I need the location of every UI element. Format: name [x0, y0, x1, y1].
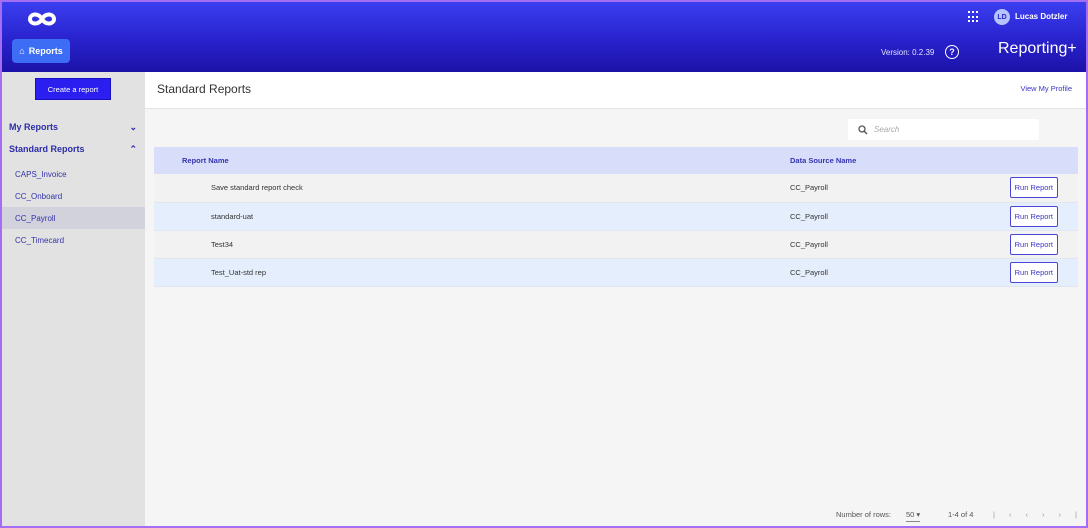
pagination-range: 1-4 of 4 [948, 510, 974, 519]
brand-title: Reporting+ [998, 40, 1077, 57]
prev-page-icon[interactable]: ‹ [1025, 510, 1042, 519]
data-source: CC_Payroll [790, 258, 932, 287]
search-icon [858, 124, 868, 134]
home-icon: ⌂ [19, 46, 25, 56]
run-report-button[interactable]: Run Report [1009, 261, 1058, 283]
report-name[interactable]: Test_Uat-std rep [154, 258, 790, 287]
create-report-button[interactable]: Create a report [35, 78, 111, 100]
pagination-controls: |‹‹››| [993, 510, 1086, 519]
help-icon[interactable]: ? [945, 45, 959, 59]
app-window: ⌂ Reports LD Lucas Dotzler Version: 0.2.3… [2, 2, 1086, 526]
sidebar-item-cc-timecard[interactable]: CC_Timecard [2, 229, 145, 251]
col-data-source[interactable]: Data Source Name [790, 147, 932, 174]
table-row: standard-uat CC_Payroll Run Report [154, 202, 1078, 231]
standard-reports-label: Standard Reports [9, 144, 85, 154]
next-page-icon[interactable]: › [1042, 510, 1059, 519]
page-title: Standard Reports [157, 82, 252, 96]
search-input[interactable]: Search [848, 119, 1039, 140]
standard-reports-toggle[interactable]: Standard Reports ⌃ [9, 144, 137, 155]
chevron-down-icon: ⌄ [129, 122, 137, 132]
first-page-icon[interactable]: |‹ [993, 510, 1025, 519]
chevron-up-icon: ⌃ [129, 144, 137, 154]
my-reports-label: My Reports [9, 122, 59, 132]
sidebar-item-cc-onboard[interactable]: CC_Onboard [2, 185, 145, 207]
reports-table: Report Name Data Source Name Save standar… [154, 147, 1078, 287]
data-source: CC_Payroll [790, 174, 932, 203]
rows-per-page-select[interactable]: 50 ▾ [906, 510, 921, 522]
data-source: CC_Payroll [790, 230, 932, 259]
nav-reports-label: Reports [28, 46, 63, 56]
run-report-button[interactable]: Run Report [1009, 177, 1058, 199]
report-name[interactable]: standard-uat [154, 202, 790, 231]
avatar[interactable]: LD [994, 9, 1010, 25]
col-report-name[interactable]: Report Name [154, 147, 790, 174]
search-placeholder: Search [874, 125, 900, 134]
last-page-icon[interactable]: ›| [1058, 510, 1086, 519]
rows-per-page-label: Number of rows: [836, 510, 892, 519]
run-report-button[interactable]: Run Report [1009, 233, 1058, 255]
report-name[interactable]: Test34 [154, 230, 790, 259]
version-label: Version: 0.2.39 [881, 48, 935, 57]
logo-icon [27, 12, 57, 26]
apps-grid-icon[interactable] [968, 11, 980, 23]
sidebar: Create a report My Reports ⌄ Standard Rep… [2, 72, 145, 526]
my-reports-toggle[interactable]: My Reports ⌄ [9, 122, 137, 133]
sidebar-item-caps-invoice[interactable]: CAPS_Invoice [2, 163, 145, 185]
table-row: Save standard report check CC_Payroll Run … [154, 174, 1078, 203]
report-name[interactable]: Save standard report check [154, 174, 790, 203]
table-row: Test34 CC_Payroll Run Report [154, 230, 1078, 259]
sidebar-item-cc-payroll[interactable]: CC_Payroll [2, 207, 145, 229]
table-header: Report Name Data Source Name [154, 147, 1078, 174]
data-source: CC_Payroll [790, 202, 932, 231]
view-profile-link[interactable]: View My Profile [1020, 84, 1072, 93]
run-report-button[interactable]: Run Report [1009, 205, 1058, 227]
nav-reports-button[interactable]: ⌂ Reports [12, 39, 70, 63]
title-bar: Standard Reports View My Profile [145, 72, 1086, 109]
table-row: Test_Uat-std rep CC_Payroll Run Report [154, 258, 1078, 287]
rows-per-page-value: 50 [906, 510, 915, 519]
top-header: ⌂ Reports LD Lucas Dotzler Version: 0.2.3… [2, 2, 1086, 72]
user-name[interactable]: Lucas Dotzler [1015, 12, 1067, 21]
